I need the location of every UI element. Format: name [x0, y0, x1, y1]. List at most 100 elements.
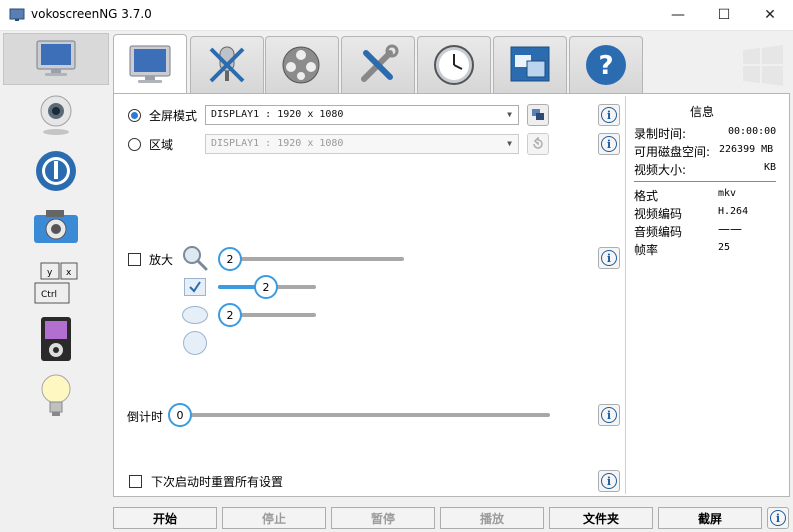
countdown-label: 倒计时: [127, 410, 164, 424]
monitor-icon: [129, 45, 171, 83]
sidebar-item-tips[interactable]: [3, 369, 109, 421]
recording-time-label: 录制时间:: [634, 127, 687, 141]
format-value: mkv: [718, 188, 737, 199]
info-icon: i: [601, 473, 617, 489]
magnifier-square-slider-handle[interactable]: 2: [254, 275, 278, 299]
folder-button[interactable]: 文件夹: [549, 507, 653, 529]
info-icon: i: [770, 510, 786, 526]
play-button[interactable]: 播放: [440, 507, 544, 529]
minimize-icon: —: [671, 7, 685, 23]
fullscreen-info-button[interactable]: i: [598, 104, 620, 126]
window-title: vokoscreenNG 3.7.0: [31, 7, 152, 21]
reset-info-button[interactable]: i: [598, 470, 620, 492]
magnifier-checkbox[interactable]: [128, 253, 141, 266]
minimize-button[interactable]: —: [655, 0, 701, 30]
webcam-icon: [40, 95, 72, 135]
info-icon: i: [601, 250, 617, 266]
fullscreen-display-select[interactable]: DISPLAY1 : 1920 x 1080 ▼: [205, 105, 519, 125]
identify-display-button[interactable]: [527, 104, 549, 126]
video-size-value: KB: [764, 162, 777, 173]
video-size-label: 视频大小:: [634, 163, 687, 177]
microphone-muted-icon: [209, 46, 245, 83]
maximize-button[interactable]: ☐: [701, 0, 747, 30]
countdown-track[interactable]: [180, 413, 550, 417]
area-display-select[interactable]: DISPLAY1 : 1920 x 1080 ▼: [205, 134, 519, 154]
countdown-info-button[interactable]: i: [598, 404, 620, 426]
magnifier-ellipse-track[interactable]: [230, 313, 316, 317]
windows-stack-icon: [510, 46, 550, 82]
windows-logo-icon: [743, 45, 783, 86]
title-bar: vokoscreenNG 3.7.0 — ☐ ✕: [0, 0, 793, 31]
info-icon: i: [601, 107, 617, 123]
audio-codec-label: 音频编码: [634, 225, 683, 239]
film-reel-icon: [282, 46, 320, 84]
fullscreen-display-value: DISPLAY1 : 1920 x 1080: [211, 109, 344, 120]
screenshot-button[interactable]: 截屏: [658, 507, 762, 529]
sidebar-item-snapshot[interactable]: [3, 201, 109, 253]
tab-help[interactable]: ?: [569, 36, 643, 93]
svg-text:Ctrl: Ctrl: [41, 290, 57, 300]
sidebar-item-screen[interactable]: [3, 33, 109, 85]
about-info-button[interactable]: i: [767, 507, 789, 529]
magnifier-size-slider-handle[interactable]: 2: [218, 247, 242, 271]
keyboard-shortcut-icon: y x Ctrl: [34, 262, 78, 304]
maximize-icon: ☐: [717, 7, 731, 23]
tab-screen[interactable]: [113, 34, 187, 94]
tab-video-codec[interactable]: [265, 36, 339, 93]
countdown-slider-handle[interactable]: 0: [168, 403, 192, 427]
fullscreen-label: 全屏模式: [149, 109, 198, 123]
area-display-value: DISPLAY1 : 1920 x 1080: [211, 138, 344, 149]
frame-rate-label: 帧率: [634, 243, 659, 257]
magnifier-ellipse-option[interactable]: [182, 306, 208, 324]
info-separator: [634, 181, 776, 182]
free-disk-value: 226399 MB: [719, 144, 774, 155]
checkmark-icon: [189, 281, 201, 293]
magnifier-circle-option[interactable]: [183, 331, 207, 355]
reset-settings-checkbox[interactable]: [129, 475, 142, 488]
pause-button[interactable]: 暂停: [331, 507, 435, 529]
tab-timer[interactable]: [417, 36, 491, 93]
stop-button[interactable]: 停止: [222, 507, 326, 529]
sidebar-item-camera[interactable]: [3, 89, 109, 141]
magnifier-ellipse-slider-handle[interactable]: 2: [218, 303, 242, 327]
tab-settings[interactable]: [341, 36, 415, 93]
info-panel-title: 信息: [690, 105, 715, 119]
area-label: 区域: [149, 138, 174, 152]
media-player-icon: [41, 317, 71, 361]
free-disk-label: 可用磁盘空间:: [634, 145, 711, 159]
format-label: 格式: [634, 189, 659, 203]
help-icon: ?: [586, 45, 626, 85]
area-reset-button[interactable]: [527, 133, 549, 155]
undo-icon: [533, 137, 543, 149]
start-button[interactable]: 开始: [113, 507, 217, 529]
svg-text:?: ?: [598, 51, 613, 81]
close-button[interactable]: ✕: [747, 0, 793, 30]
tools-icon: [361, 44, 399, 82]
video-codec-label: 视频编码: [634, 207, 683, 221]
svg-text:x: x: [66, 268, 72, 278]
magnifier-square-option[interactable]: [184, 278, 206, 296]
fullscreen-radio[interactable]: [128, 109, 141, 122]
video-codec-value: H.264: [718, 206, 749, 217]
area-info-button[interactable]: i: [598, 133, 620, 155]
recording-time-value: 00:00:00: [728, 126, 777, 137]
magnifier-icon: [183, 246, 208, 271]
audio-codec-value: ——: [718, 222, 742, 236]
magnifier-size-track[interactable]: [230, 257, 404, 261]
area-radio[interactable]: [128, 138, 141, 151]
magnifier-label: 放大: [149, 253, 174, 267]
sidebar-item-player[interactable]: [3, 145, 109, 197]
tab-windows[interactable]: [493, 36, 567, 93]
sidebar-item-media[interactable]: [3, 313, 109, 365]
chevron-down-icon: ▼: [507, 110, 512, 119]
info-icon: i: [601, 407, 617, 423]
close-icon: ✕: [764, 7, 776, 23]
svg-text:y: y: [47, 268, 53, 278]
clock-icon: [434, 45, 474, 85]
player-logo-icon: [36, 151, 76, 191]
magnifier-info-button[interactable]: i: [598, 247, 620, 269]
sidebar: y x Ctrl: [0, 31, 111, 501]
lightbulb-icon: [41, 374, 71, 416]
sidebar-item-shortcuts[interactable]: y x Ctrl: [3, 257, 109, 309]
tab-audio[interactable]: [190, 36, 264, 93]
